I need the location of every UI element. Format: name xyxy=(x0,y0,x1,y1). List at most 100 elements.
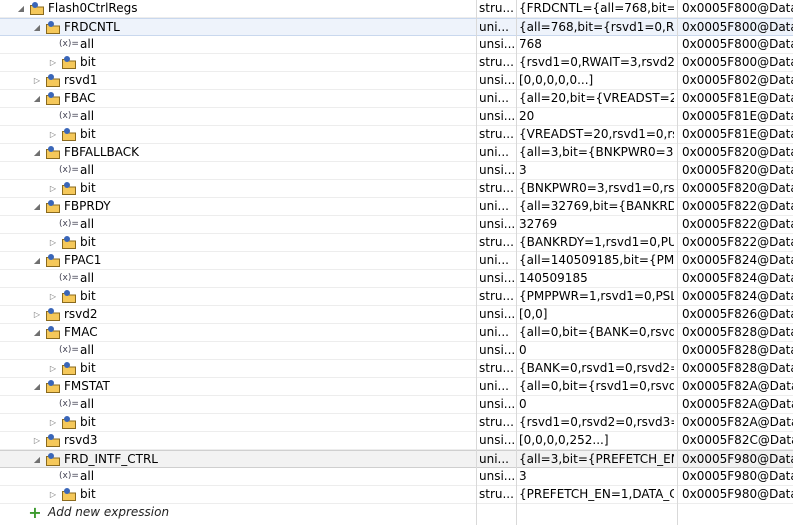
collapse-triangle-icon[interactable]: ◢ xyxy=(32,144,42,161)
expression-value[interactable]: 0 xyxy=(519,342,674,359)
expression-value[interactable]: {all=20,bit={VREADST=20,r... xyxy=(519,90,674,107)
expand-triangle-icon[interactable]: ▷ xyxy=(48,54,58,71)
tree-row[interactable]: ▷ bit stru... {BNKPWR0=3,rsvd1=0,rsvd... 0x0… xyxy=(0,180,793,198)
expand-triangle-icon[interactable]: ▷ xyxy=(48,180,58,197)
tree-row[interactable]: (x)= all unsi... 0 0x0005F828@Data xyxy=(0,342,793,360)
expression-name-cell[interactable]: ▷ bit xyxy=(0,288,474,305)
column-separator-value-location[interactable] xyxy=(677,0,678,525)
collapse-triangle-icon[interactable]: ◢ xyxy=(32,19,42,36)
collapse-triangle-icon[interactable]: ◢ xyxy=(32,451,42,468)
tree-row[interactable]: ▷ bit stru... {VREADST=20,rsvd1=0,rsvd... 0x… xyxy=(0,126,793,144)
expression-value[interactable]: {VREADST=20,rsvd1=0,rsvd... xyxy=(519,126,674,143)
expression-name-cell[interactable]: (x)= all xyxy=(0,36,474,53)
expression-name-cell[interactable]: ◢ FBFALLBACK xyxy=(0,144,474,161)
expression-name-cell[interactable]: ▷ bit xyxy=(0,414,474,431)
tree-row[interactable]: ◢ FMSTAT uni... {all=0,bit={rsvd1=0,rsvd2=.… xyxy=(0,378,793,396)
expression-name-cell[interactable]: ▷ rsvd2 xyxy=(0,306,474,323)
expand-triangle-icon[interactable]: ▷ xyxy=(32,306,42,323)
expression-value[interactable]: 3 xyxy=(519,468,674,485)
expression-value[interactable]: {all=0,bit={BANK=0,rsvd1=... xyxy=(519,324,674,341)
expression-name-cell[interactable]: (x)= all xyxy=(0,216,474,233)
add-expression-cell[interactable]: + Add new expression xyxy=(0,504,474,521)
tree-row[interactable]: ◢ FMAC uni... {all=0,bit={BANK=0,rsvd1=... 0… xyxy=(0,324,793,342)
tree-row[interactable]: (x)= all unsi... 20 0x0005F81E@Data xyxy=(0,108,793,126)
tree-row[interactable]: (x)= all unsi... 3 0x0005F980@Data xyxy=(0,468,793,486)
tree-row[interactable]: ◢ FRD_INTF_CTRL uni... {all=3,bit={PREFETCH… xyxy=(0,450,793,468)
expression-value[interactable]: 140509185 xyxy=(519,270,674,287)
expression-value[interactable]: {BNKPWR0=3,rsvd1=0,rsvd... xyxy=(519,180,674,197)
column-separator-name-type[interactable] xyxy=(476,0,477,525)
tree-row[interactable]: (x)= all unsi... 32769 0x0005F822@Data xyxy=(0,216,793,234)
add-new-expression-label[interactable]: Add new expression xyxy=(48,504,169,521)
tree-row[interactable]: ◢ FBAC uni... {all=20,bit={VREADST=20,r... 0… xyxy=(0,90,793,108)
tree-row[interactable]: ▷ rsvd2 unsi... [0,0] 0x0005F826@Data xyxy=(0,306,793,324)
add-expression-row[interactable]: + Add new expression xyxy=(0,504,793,522)
tree-row[interactable]: ◢ FBFALLBACK uni... {all=3,bit={BNKPWR0=3,r… xyxy=(0,144,793,162)
expression-name-cell[interactable]: (x)= all xyxy=(0,342,474,359)
expand-triangle-icon[interactable]: ▷ xyxy=(32,72,42,89)
tree-row[interactable]: (x)= all unsi... 3 0x0005F820@Data xyxy=(0,162,793,180)
expand-triangle-icon[interactable]: ▷ xyxy=(48,288,58,305)
expression-name-cell[interactable]: ◢ FMSTAT xyxy=(0,378,474,395)
expression-value[interactable]: [0,0,0,0,0...] xyxy=(519,72,674,89)
tree-row[interactable]: ▷ bit stru... {rsvd1=0,rsvd2=0,rsvd3=0,... 0… xyxy=(0,414,793,432)
expression-name-cell[interactable]: ▷ bit xyxy=(0,180,474,197)
expression-value[interactable]: {all=768,bit={rsvd1=0,RWAI... xyxy=(519,19,674,36)
collapse-triangle-icon[interactable]: ◢ xyxy=(32,378,42,395)
expand-triangle-icon[interactable]: ▷ xyxy=(48,234,58,251)
expression-name-cell[interactable]: ▷ bit xyxy=(0,54,474,71)
expression-value[interactable]: {all=3,bit={BNKPWR0=3,rsv... xyxy=(519,144,674,161)
tree-row[interactable]: ◢ FBPRDY uni... {all=32769,bit={BANKRDY=...… xyxy=(0,198,793,216)
expression-value[interactable]: [0,0] xyxy=(519,306,674,323)
expression-value[interactable]: {all=32769,bit={BANKRDY=... xyxy=(519,198,674,215)
tree-row[interactable]: (x)= all unsi... 0 0x0005F82A@Data xyxy=(0,396,793,414)
expression-value[interactable]: 768 xyxy=(519,36,674,53)
tree-row[interactable]: ◢ FPAC1 uni... {all=140509185,bit={PMPP... 0… xyxy=(0,252,793,270)
expression-name-cell[interactable]: (x)= all xyxy=(0,270,474,287)
expression-value[interactable]: 3 xyxy=(519,162,674,179)
tree-row[interactable]: ◢ FRDCNTL uni... {all=768,bit={rsvd1=0,RWAI… xyxy=(0,18,793,36)
expression-name-cell[interactable]: ▷ bit xyxy=(0,126,474,143)
expression-value[interactable]: 20 xyxy=(519,108,674,125)
expression-name-cell[interactable]: ◢ FRD_INTF_CTRL xyxy=(0,451,474,468)
expand-triangle-icon[interactable]: ▷ xyxy=(48,486,58,503)
tree-row[interactable]: (x)= all unsi... 768 0x0005F800@Data xyxy=(0,36,793,54)
expression-name-cell[interactable]: (x)= all xyxy=(0,396,474,413)
tree-row[interactable]: ▷ bit stru... {BANKRDY=1,rsvd1=0,PUM... 0x00… xyxy=(0,234,793,252)
collapse-triangle-icon[interactable]: ◢ xyxy=(32,252,42,269)
tree-row[interactable]: ▷ bit stru... {PMPPWR=1,rsvd1=0,PSLE... 0x00… xyxy=(0,288,793,306)
tree-row[interactable]: ◢ Flash0CtrlRegs stru... {FRDCNTL={all=768,… xyxy=(0,0,793,18)
expression-name-cell[interactable]: ◢ FBPRDY xyxy=(0,198,474,215)
expression-name-cell[interactable]: ◢ FBAC xyxy=(0,90,474,107)
expression-name-cell[interactable]: (x)= all xyxy=(0,162,474,179)
collapse-triangle-icon[interactable]: ◢ xyxy=(16,0,26,17)
expression-name-cell[interactable]: ◢ FMAC xyxy=(0,324,474,341)
expression-value[interactable]: 32769 xyxy=(519,216,674,233)
expression-name-cell[interactable]: ◢ Flash0CtrlRegs xyxy=(0,0,474,17)
expression-name-cell[interactable]: ▷ rsvd3 xyxy=(0,432,474,449)
expand-triangle-icon[interactable]: ▷ xyxy=(48,414,58,431)
expression-name-cell[interactable]: ▷ bit xyxy=(0,486,474,503)
expression-value[interactable]: {PMPPWR=1,rsvd1=0,PSLE... xyxy=(519,288,674,305)
tree-row[interactable]: ▷ rsvd1 unsi... [0,0,0,0,0...] 0x0005F802@Da… xyxy=(0,72,793,90)
expression-value[interactable]: {rsvd1=0,rsvd2=0,rsvd3=0,... xyxy=(519,414,674,431)
expression-value[interactable]: [0,0,0,0,252...] xyxy=(519,432,674,449)
collapse-triangle-icon[interactable]: ◢ xyxy=(32,324,42,341)
tree-row[interactable]: ▷ rsvd3 unsi... [0,0,0,0,252...] 0x0005F82C@… xyxy=(0,432,793,450)
expression-value[interactable]: {PREFETCH_EN=1,DATA_C... xyxy=(519,486,674,503)
expression-value[interactable]: {BANKRDY=1,rsvd1=0,PUM... xyxy=(519,234,674,251)
expression-value[interactable]: {BANK=0,rsvd1=0,rsvd2=0} xyxy=(519,360,674,377)
tree-row[interactable]: ▷ bit stru... {PREFETCH_EN=1,DATA_C... 0x000… xyxy=(0,486,793,504)
tree-row[interactable]: (x)= all unsi... 140509185 0x0005F824@Data xyxy=(0,270,793,288)
expand-triangle-icon[interactable]: ▷ xyxy=(48,126,58,143)
tree-row[interactable]: ▷ bit stru... {BANK=0,rsvd1=0,rsvd2=0} 0x000… xyxy=(0,360,793,378)
collapse-triangle-icon[interactable]: ◢ xyxy=(32,198,42,215)
expression-value[interactable]: 0 xyxy=(519,396,674,413)
expression-name-cell[interactable]: ▷ rsvd1 xyxy=(0,72,474,89)
expression-name-cell[interactable]: (x)= all xyxy=(0,468,474,485)
expression-name-cell[interactable]: ◢ FRDCNTL xyxy=(0,19,474,36)
expand-triangle-icon[interactable]: ▷ xyxy=(48,360,58,377)
plus-icon[interactable]: + xyxy=(26,504,44,521)
tree-row[interactable]: ▷ bit stru... {rsvd1=0,RWAIT=3,rsvd2=0... 0x… xyxy=(0,54,793,72)
expression-name-cell[interactable]: ◢ FPAC1 xyxy=(0,252,474,269)
